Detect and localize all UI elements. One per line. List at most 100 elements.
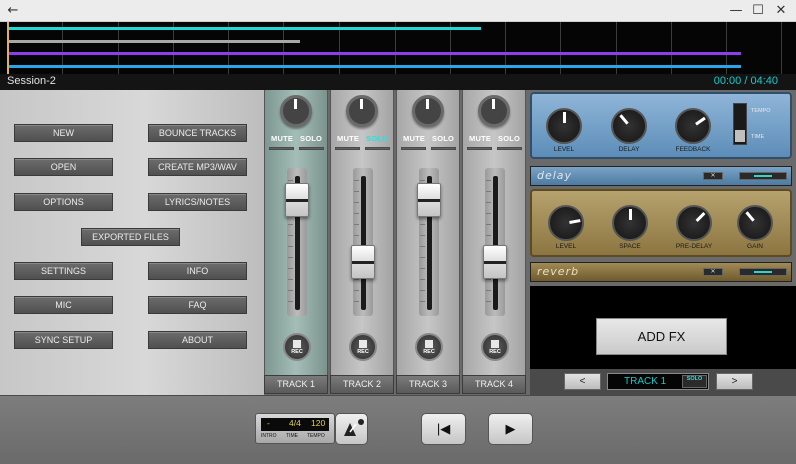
reverb-level-knob[interactable]: [548, 205, 584, 241]
delay-time-knob[interactable]: [611, 108, 647, 144]
fader-tick: [486, 301, 491, 302]
fader-tick: [354, 279, 359, 280]
solo-button[interactable]: SOLO: [366, 134, 388, 143]
delay-level-knob[interactable]: [546, 108, 582, 144]
metronome-button[interactable]: [335, 413, 368, 445]
reverb-bypass-icon[interactable]: ✕: [703, 268, 723, 276]
bounce-tracks-button[interactable]: BOUNCE TRACKS: [148, 124, 247, 142]
channel-strip-3: MUTE SOLO REC: [396, 90, 460, 375]
solo-indicator: [497, 147, 522, 150]
timeline-track-3[interactable]: [8, 52, 741, 55]
skip-back-button[interactable]: |◀: [421, 413, 466, 445]
channel-strip-1: MUTE SOLO REC: [264, 90, 328, 375]
tempo-display[interactable]: - 4/4 120 INTRO TIME TEMPO: [255, 413, 335, 444]
reverb-fx-bar[interactable]: reverb ✕: [530, 262, 792, 282]
volume-fader[interactable]: [351, 245, 375, 279]
track-2-label[interactable]: TRACK 2: [330, 375, 394, 394]
sync-setup-button[interactable]: SYNC SETUP: [14, 331, 113, 349]
record-button[interactable]: REC: [349, 333, 377, 361]
volume-fader[interactable]: [285, 183, 309, 217]
maximize-icon[interactable]: ☐: [749, 2, 767, 20]
fader-tick: [354, 290, 359, 291]
mic-button[interactable]: MIC: [14, 296, 113, 314]
fader-cap-line: [352, 261, 374, 264]
mute-button[interactable]: MUTE: [469, 134, 491, 143]
fader-tick: [486, 180, 491, 181]
knob-indicator: [426, 99, 429, 109]
mute-button[interactable]: MUTE: [337, 134, 359, 143]
session-bar: Session-2 00:00 / 04:40: [0, 74, 796, 90]
session-time: 00:00 / 04:40: [713, 75, 778, 87]
back-arrow-icon[interactable]: ←: [4, 2, 22, 20]
prev-track-button[interactable]: <: [564, 373, 601, 390]
pan-knob[interactable]: [412, 95, 444, 127]
timeline-track-1[interactable]: [8, 27, 481, 30]
fader-tick: [288, 279, 293, 280]
knob-indicator: [492, 99, 495, 109]
channel-strip-4: MUTE SOLO REC: [462, 90, 526, 375]
play-button[interactable]: ▶: [488, 413, 533, 445]
fader-tick: [354, 301, 359, 302]
delay-delay-label: DELAY: [618, 146, 640, 153]
timeline-track-4[interactable]: [8, 65, 741, 68]
close-icon[interactable]: ✕: [772, 2, 790, 20]
add-fx-button[interactable]: ADD FX: [596, 318, 727, 355]
options-button[interactable]: OPTIONS: [14, 193, 113, 211]
minimize-icon[interactable]: —: [727, 2, 745, 20]
pan-knob[interactable]: [280, 95, 312, 127]
mute-button[interactable]: MUTE: [271, 134, 293, 143]
record-icon: [491, 340, 499, 348]
solo-indicator: [431, 147, 456, 150]
delay-bypass-icon[interactable]: ✕: [703, 172, 723, 180]
track-1-label[interactable]: TRACK 1: [264, 375, 328, 394]
fader-tick: [486, 213, 491, 214]
open-button[interactable]: OPEN: [14, 158, 113, 176]
tempo-value: 120: [311, 418, 326, 428]
new-button[interactable]: NEW: [14, 124, 113, 142]
solo-button[interactable]: SOLO: [300, 134, 322, 143]
solo-button[interactable]: SOLO: [432, 134, 454, 143]
pan-knob[interactable]: [346, 95, 378, 127]
reverb-space-knob[interactable]: [612, 205, 648, 241]
fx-solo-button[interactable]: SOLO: [682, 375, 707, 388]
knob-indicator: [745, 211, 755, 222]
fader-tick: [420, 290, 425, 291]
record-button[interactable]: REC: [481, 333, 509, 361]
lyrics-notes-button[interactable]: LYRICS/NOTES: [148, 193, 247, 211]
time-signature-value: 4/4: [289, 418, 301, 428]
delay-feedback-knob[interactable]: [675, 108, 711, 144]
faq-button[interactable]: FAQ: [148, 296, 247, 314]
tempo-time-switch[interactable]: [733, 103, 747, 145]
playhead[interactable]: [7, 22, 9, 74]
create-mp3-button[interactable]: CREATE MP3/WAV: [148, 158, 247, 176]
reverb-gain-knob[interactable]: [737, 205, 773, 241]
fader-tick: [486, 290, 491, 291]
knob-indicator: [629, 209, 632, 220]
delay-feedback-label: FEEDBACK: [675, 146, 711, 153]
volume-fader[interactable]: [417, 183, 441, 217]
next-track-button[interactable]: >: [716, 373, 753, 390]
reverb-enable-toggle[interactable]: [739, 268, 787, 276]
reverb-predelay-knob[interactable]: [676, 205, 712, 241]
timeline[interactable]: [0, 22, 796, 74]
pan-knob[interactable]: [478, 95, 510, 127]
track-3-label[interactable]: TRACK 3: [396, 375, 460, 394]
timeline-track-2[interactable]: [8, 40, 300, 43]
record-button[interactable]: REC: [415, 333, 443, 361]
info-button[interactable]: INFO: [148, 262, 247, 280]
fader-tick: [354, 191, 359, 192]
record-button[interactable]: REC: [283, 333, 311, 361]
fader-tick: [288, 180, 293, 181]
fader-tick: [486, 224, 491, 225]
delay-fx-bar[interactable]: delay ✕: [530, 166, 792, 186]
delay-enable-toggle[interactable]: [739, 172, 787, 180]
channel-strip-2: MUTE SOLO REC: [330, 90, 394, 375]
solo-button[interactable]: SOLO: [498, 134, 520, 143]
volume-fader[interactable]: [483, 245, 507, 279]
about-button[interactable]: ABOUT: [148, 331, 247, 349]
track-4-label[interactable]: TRACK 4: [462, 375, 526, 394]
settings-button[interactable]: SETTINGS: [14, 262, 113, 280]
fader-cap-line: [418, 199, 440, 202]
exported-files-button[interactable]: EXPORTED FILES: [81, 228, 180, 246]
mute-button[interactable]: MUTE: [403, 134, 425, 143]
